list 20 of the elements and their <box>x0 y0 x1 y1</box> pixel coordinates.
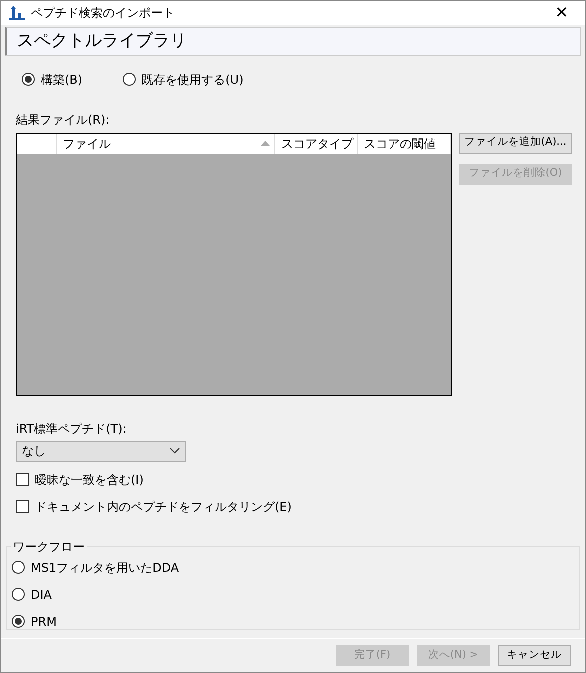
radio-option[interactable]: MS1フィルタを用いたDDA <box>12 558 579 577</box>
radio-option[interactable]: 構築(B) <box>22 70 83 89</box>
checkbox-option[interactable]: ドキュメント内のペプチドをフィルタリング(E) <box>16 498 570 516</box>
radio-option[interactable]: DIA <box>12 586 579 604</box>
results-label: 結果ファイル(R): <box>16 112 111 129</box>
dialog-button[interactable]: キャンセル <box>498 644 571 666</box>
irt-label: iRT標準ペプチド(T): <box>16 420 128 438</box>
page-header: スペクトルライブラリ <box>5 27 581 56</box>
file-button[interactable]: ファイルを追加(A)... <box>459 132 572 154</box>
checkbox-option[interactable]: 曖昧な一致を含む(I) <box>16 470 570 489</box>
column-header[interactable]: スコアの閾値 <box>358 134 451 154</box>
close-button[interactable]: ✕ <box>547 1 577 25</box>
chevron-icon <box>170 448 180 454</box>
column-header[interactable]: スコアタイプ <box>275 134 358 154</box>
irt-dropdown[interactable]: なし <box>16 440 186 462</box>
radio-option[interactable]: PRM <box>12 612 579 631</box>
column-header[interactable]: ファイル <box>56 134 276 154</box>
window-title: ペプチド検索のインポート <box>31 5 176 22</box>
app-icon <box>9 6 25 20</box>
radio-option[interactable]: 既存を使用する(U) <box>122 70 244 89</box>
